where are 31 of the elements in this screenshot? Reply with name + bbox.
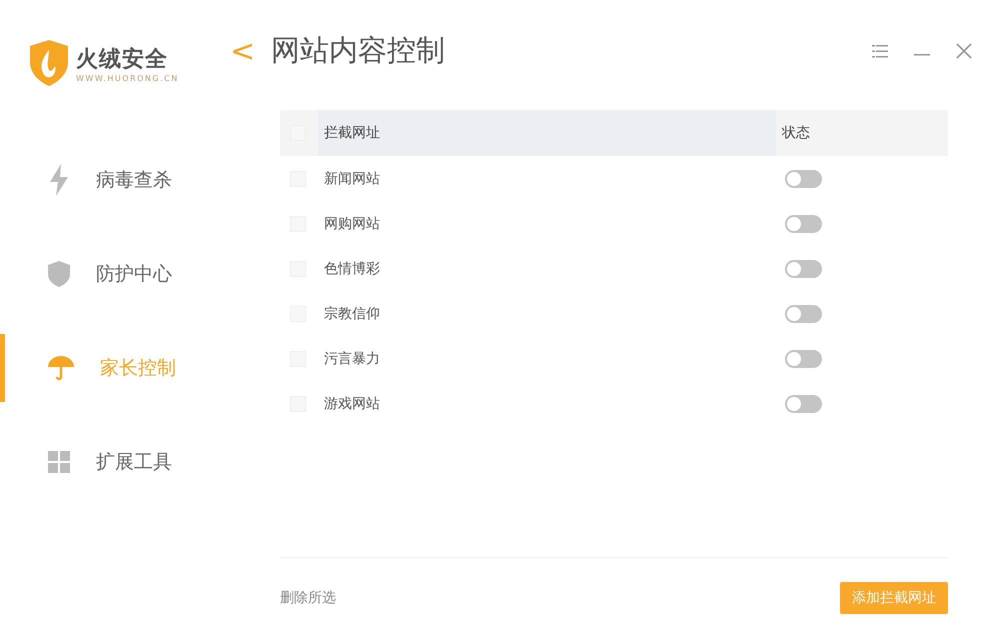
site-category: 新闻网站	[323, 170, 381, 188]
sidebar-item[interactable]: 防护中心	[0, 240, 260, 308]
brand-url: WWW.HUORONG.CN	[76, 74, 179, 82]
delete-selected-link[interactable]: 删除所选	[280, 589, 336, 607]
umbrella-icon	[48, 355, 74, 381]
menu-icon[interactable]	[872, 44, 888, 58]
toggle-switch[interactable]	[785, 394, 822, 412]
add-url-button[interactable]: 添加拦截网址	[840, 582, 948, 614]
toggle-switch[interactable]	[785, 350, 822, 368]
brand-name: 火绒安全	[76, 46, 169, 74]
sidebar-item[interactable]: 家长控制	[0, 334, 260, 402]
close-icon[interactable]	[956, 43, 972, 59]
site-category: 网购网站	[323, 214, 381, 232]
logo-icon	[30, 40, 68, 86]
sidebar-item[interactable]: 病毒查杀	[0, 146, 260, 214]
site-category: 宗教信仰	[323, 304, 381, 322]
column-header: 拦截网址	[324, 124, 380, 142]
page-title: 网站内容控制	[271, 32, 446, 69]
toggle-switch[interactable]	[785, 214, 822, 232]
toggle-switch[interactable]	[785, 304, 822, 322]
site-category: 色情博彩	[323, 260, 381, 278]
site-category: 污言暴力	[323, 350, 381, 368]
column-header: 状态	[782, 124, 810, 142]
sidebar-item[interactable]: 扩展工具	[0, 428, 260, 496]
toggle-switch[interactable]	[785, 260, 822, 278]
grid-icon	[48, 451, 70, 473]
back-button[interactable]: <	[230, 34, 256, 68]
shield-icon	[48, 261, 70, 287]
lightning-icon	[48, 164, 70, 196]
toggle-switch[interactable]	[785, 170, 822, 188]
site-category: 游戏网站	[323, 394, 381, 412]
